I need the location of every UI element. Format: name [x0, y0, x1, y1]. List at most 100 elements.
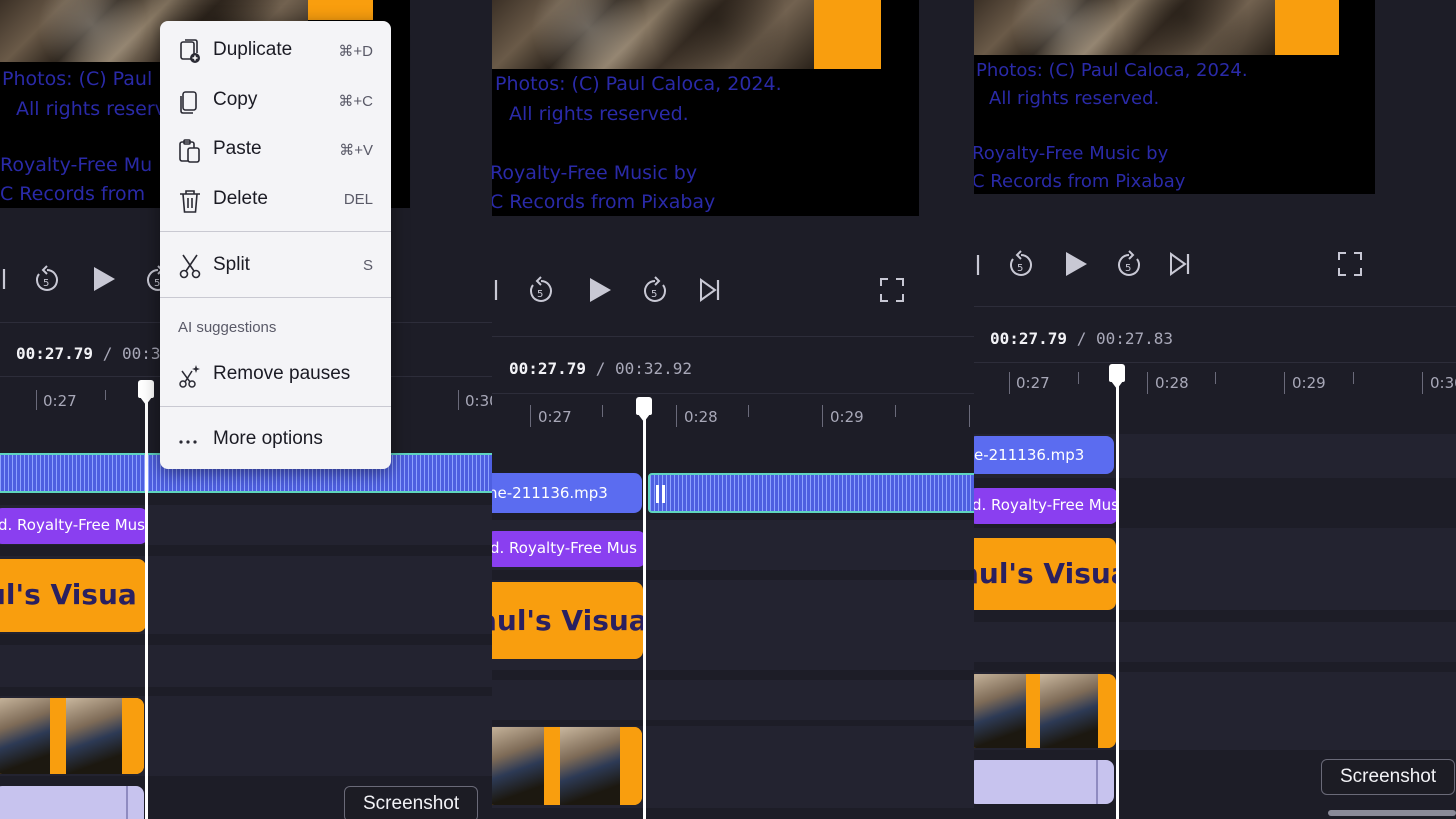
title-clip[interactable]: aul's Visua [492, 582, 643, 659]
horizontal-scrollbar[interactable] [1328, 810, 1456, 816]
svg-text:5: 5 [1125, 263, 1131, 274]
context-menu: Duplicate ⌘+D Copy ⌘+C Paste ⌘+V Delete … [160, 21, 391, 469]
clip-drag-handle[interactable] [656, 485, 665, 503]
total-duration: / 00:27.83 [1076, 329, 1174, 348]
video-clip[interactable] [974, 674, 1116, 748]
skip-start-icon[interactable] [492, 277, 502, 303]
video-clip[interactable] [0, 698, 144, 774]
ruler-tick [36, 390, 37, 410]
credit-line-3: Royalty-Free Music by [492, 162, 698, 184]
menu-item-label: Remove pauses [213, 363, 351, 384]
menu-item-copy[interactable]: Copy ⌘+C [160, 79, 391, 123]
ruler-label: 0:30 [1430, 374, 1456, 392]
playhead-handle[interactable] [636, 397, 652, 422]
editor-panel-3: Photos: (C) Paul Caloca, 2024. All right… [974, 0, 1456, 819]
menu-item-label: Split [213, 254, 250, 275]
credit-line-2: All rights reserved. [509, 103, 689, 125]
rewind-5-icon[interactable]: 5 [527, 275, 555, 305]
menu-separator [160, 297, 391, 298]
menu-item-label: Copy [213, 89, 258, 110]
ruler-tick [1284, 372, 1285, 394]
preview-orange-block [1275, 0, 1339, 55]
menu-item-remove-pauses[interactable]: Remove pauses [160, 353, 391, 397]
preview-orange-block [814, 0, 881, 69]
video-thumbnail [492, 727, 544, 805]
video-thumbnail [0, 698, 50, 774]
paste-icon [178, 138, 200, 163]
menu-item-label: More options [213, 428, 323, 449]
track-band [974, 622, 1456, 662]
thumbnail-gap [620, 727, 642, 805]
credit-line-4: C Records from Pixabay [492, 191, 716, 213]
menu-item-paste[interactable]: Paste ⌘+V [160, 128, 391, 172]
menu-shortcut: ⌘+V [339, 142, 373, 159]
selected-audio-clip[interactable] [648, 473, 974, 513]
playhead[interactable] [1116, 374, 1119, 819]
divider [492, 393, 974, 394]
thumbnail-gap [50, 698, 66, 774]
preview-photo [492, 0, 814, 69]
total-duration: / 00:32.92 [595, 359, 693, 378]
video-preview: Photos: (C) Paul Caloca, 2024. All right… [974, 0, 1375, 194]
ruler-tick [1009, 372, 1010, 394]
fullscreen-icon[interactable] [879, 277, 905, 303]
video-clip[interactable] [492, 727, 642, 805]
audio-clip[interactable]: ne-211136.mp3 [492, 473, 642, 513]
credit-line-3: Royalty-Free Mu [0, 154, 153, 176]
video-thumbnail [560, 727, 620, 805]
menu-separator [160, 406, 391, 407]
menu-shortcut: ⌘+C [338, 93, 373, 110]
text-clip[interactable]: d. Royalty-Free Mus [492, 531, 646, 567]
rewind-5-icon[interactable]: 5 [33, 264, 61, 294]
thumbnail-gap [1026, 674, 1040, 748]
credit-line-1: Photos: (C) Paul Caloca, 2024. [495, 73, 782, 95]
skip-start-icon[interactable] [974, 252, 984, 278]
text-clip[interactable]: d. Royalty-Free Mus [974, 488, 1118, 524]
text-clip[interactable]: d. Royalty-Free Mus [0, 508, 148, 544]
menu-item-more-options[interactable]: More options [160, 418, 391, 462]
forward-5-icon[interactable]: 5 [1115, 249, 1143, 279]
ruler-label: 0:29 [830, 408, 864, 426]
menu-item-delete[interactable]: Delete DEL [160, 178, 391, 222]
play-icon[interactable] [90, 264, 118, 294]
audio-clip[interactable]: e-211136.mp3 [974, 436, 1114, 474]
ruler-label: 0:28 [1155, 374, 1189, 392]
playhead-handle[interactable] [138, 380, 154, 405]
video-thumbnail [66, 698, 122, 774]
play-icon[interactable] [586, 275, 614, 305]
playhead-handle[interactable] [1109, 364, 1125, 389]
timecode: 00:27.79 / 00:32.92 [509, 359, 692, 378]
forward-5-icon[interactable]: 5 [641, 275, 669, 305]
thumbnail-gap [122, 698, 144, 774]
credit-line-1: Photos: (C) Paul Caloca, 2024. [976, 60, 1248, 81]
menu-item-label: Duplicate [213, 39, 293, 60]
skip-end-icon[interactable] [1168, 251, 1192, 277]
preview-photo [974, 0, 1275, 55]
menu-item-duplicate[interactable]: Duplicate ⌘+D [160, 29, 391, 73]
svg-text:5: 5 [537, 289, 543, 300]
trash-icon [178, 188, 200, 213]
ruler-tick [1353, 372, 1354, 384]
sparkle-scissors-icon [178, 363, 200, 388]
skip-end-icon[interactable] [698, 277, 722, 303]
thumbnail-gap [544, 727, 560, 805]
divider [974, 306, 1456, 307]
credit-line-1: Photos: (C) Paul [2, 68, 153, 90]
ruler-tick [602, 405, 603, 417]
menu-shortcut: S [362, 257, 373, 274]
playhead[interactable] [145, 386, 148, 819]
image-clip[interactable] [974, 760, 1114, 804]
menu-item-split[interactable]: Split S [160, 244, 391, 288]
timecode: 00:27.79 / 00:32 [16, 344, 170, 363]
fullscreen-icon[interactable] [1337, 251, 1363, 277]
title-clip[interactable]: ul's Visua [0, 559, 146, 632]
ruler-tick [1215, 372, 1216, 384]
skip-start-icon[interactable] [0, 266, 8, 292]
play-icon[interactable] [1062, 249, 1090, 279]
rewind-5-icon[interactable]: 5 [1007, 249, 1035, 279]
title-clip[interactable]: aul's Visua [974, 538, 1116, 610]
thumbnail-gap [1098, 674, 1116, 748]
image-clip[interactable] [0, 786, 144, 819]
divider [492, 336, 974, 337]
playhead[interactable] [643, 408, 646, 819]
